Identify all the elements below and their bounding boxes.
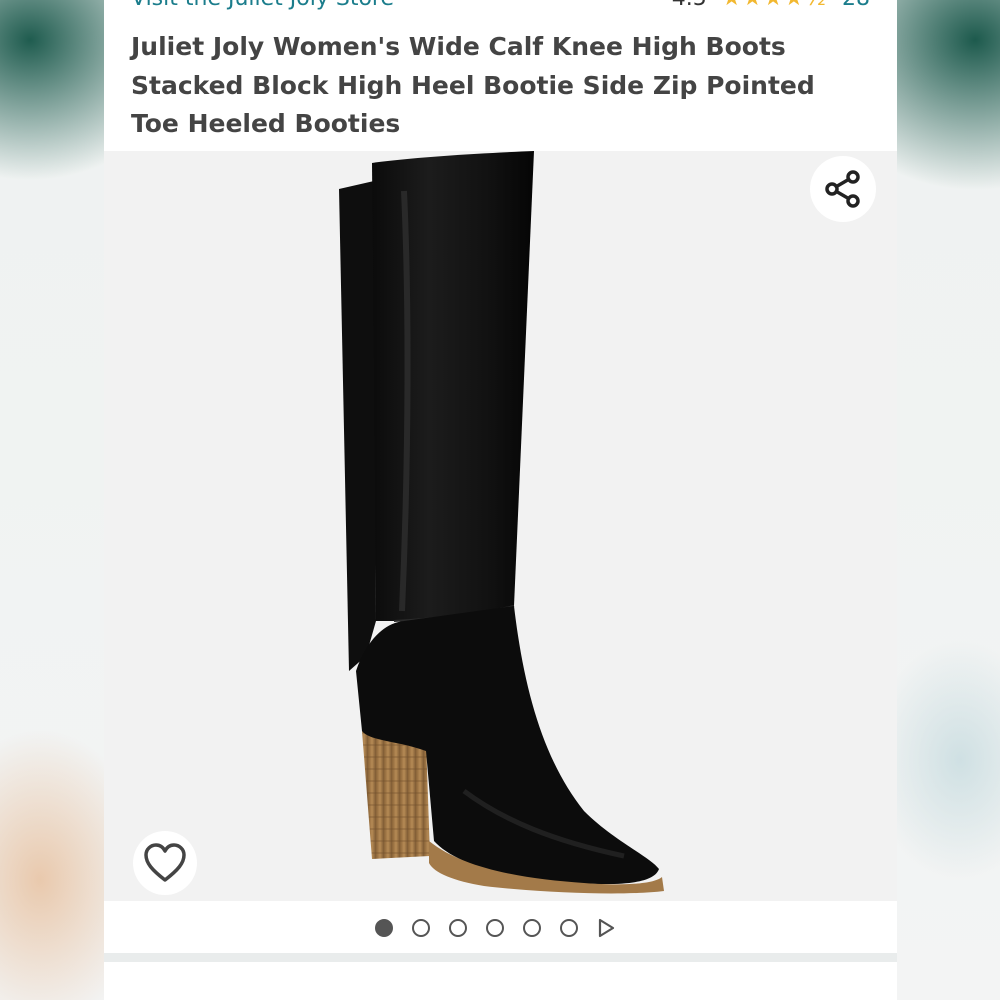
product-card: Visit the Juliet Joly Store 4.5 ★★★★½ 28… — [104, 0, 897, 1000]
pager-dot-2[interactable] — [412, 919, 430, 937]
pager-dot-5[interactable] — [523, 919, 541, 937]
pager-dot-1[interactable] — [375, 919, 393, 937]
rating-count[interactable]: 28 — [842, 0, 870, 11]
product-image — [339, 151, 664, 894]
image-pager — [104, 901, 897, 953]
store-row: Visit the Juliet Joly Store 4.5 ★★★★½ 28 — [131, 0, 870, 11]
store-link[interactable]: Visit the Juliet Joly Store — [131, 0, 394, 11]
pager-dot-4[interactable] — [486, 919, 504, 937]
pager-dot-3[interactable] — [449, 919, 467, 937]
play-icon[interactable] — [597, 918, 615, 938]
product-image-carousel[interactable] — [104, 151, 897, 901]
wishlist-button[interactable] — [133, 831, 197, 895]
pager-dot-6[interactable] — [560, 919, 578, 937]
star-rating: ★★★★½ — [722, 0, 827, 11]
heart-icon — [144, 843, 186, 882]
section-divider — [104, 953, 897, 962]
pager-dots — [375, 918, 615, 938]
rating-value: 4.5 — [672, 0, 707, 11]
share-button[interactable] — [810, 156, 876, 222]
share-icon — [825, 170, 860, 208]
product-title: Juliet Joly Women's Wide Calf Knee High … — [131, 32, 815, 138]
rating-summary[interactable]: 4.5 ★★★★½ 28 — [672, 0, 870, 11]
